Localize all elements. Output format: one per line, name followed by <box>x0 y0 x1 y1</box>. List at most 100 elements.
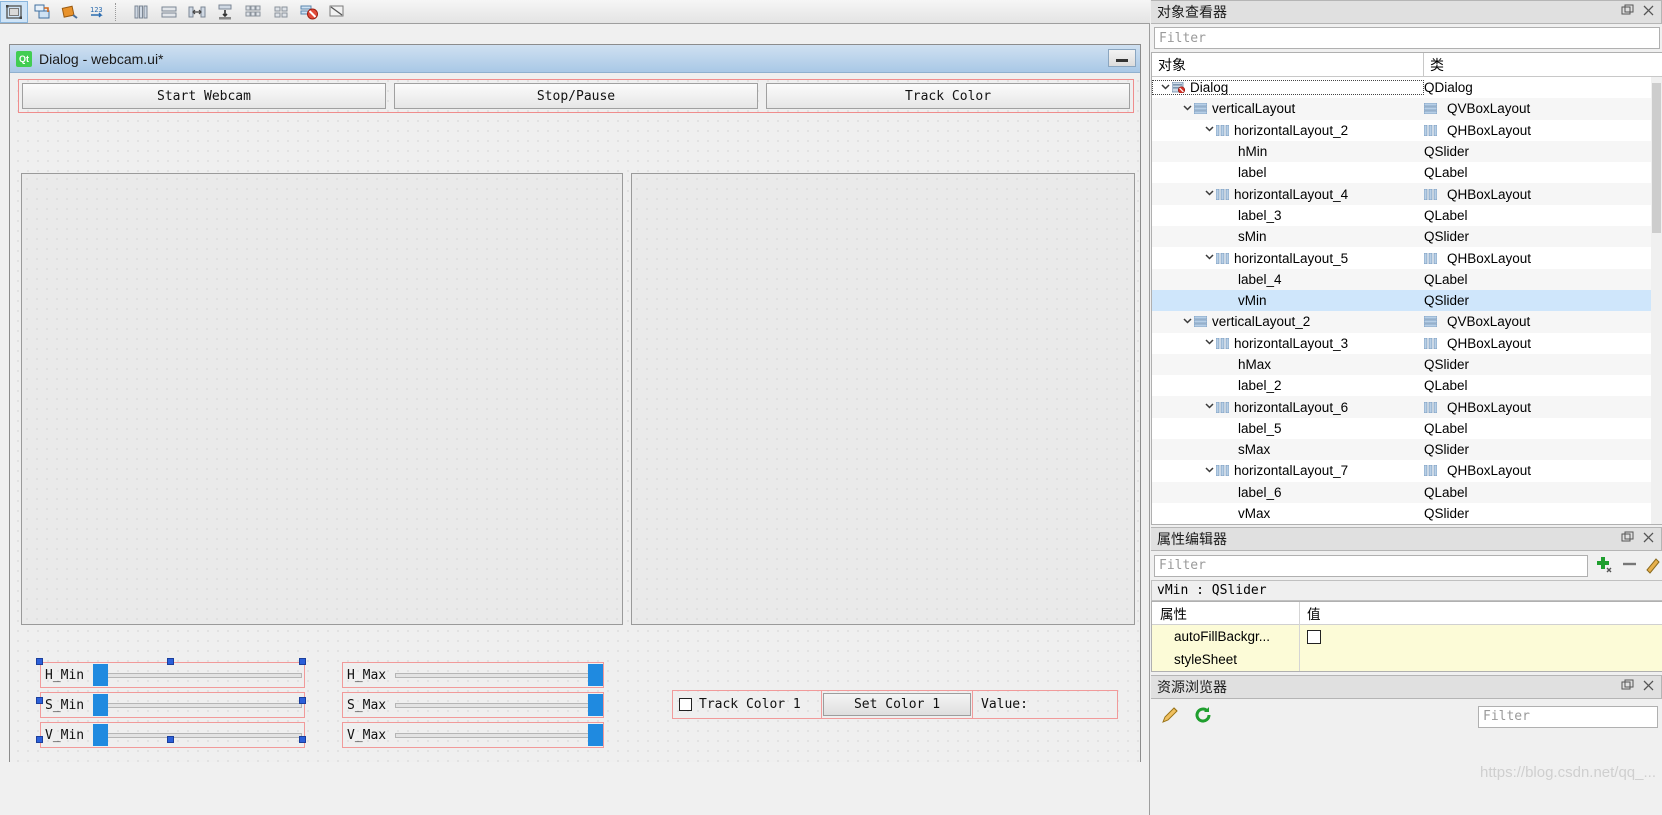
object-tree-row-horizontalLayout_2[interactable]: horizontalLayout_2 QHBoxLayout <box>1152 120 1662 141</box>
object-tree-row-hMin[interactable]: hMin QSlider <box>1152 140 1662 163</box>
column-header-object[interactable]: 对象 <box>1152 53 1424 76</box>
s-max-slider[interactable] <box>395 693 603 717</box>
property-checkbox[interactable] <box>1307 629 1321 644</box>
slider-handle[interactable] <box>93 664 108 686</box>
object-inspector-filter-input[interactable]: Filter <box>1154 27 1660 49</box>
object-tree-row-label_5[interactable]: label_5 QLabel <box>1152 418 1662 439</box>
close-icon-3[interactable] <box>1642 679 1655 695</box>
toolbar-edit-buddies-button[interactable] <box>56 1 84 23</box>
object-tree-row-horizontalLayout_3[interactable]: horizontalLayout_3 QHBoxLayout <box>1152 333 1662 354</box>
selection-handle-mid-right[interactable] <box>299 697 306 704</box>
design-canvas[interactable]: Qt Dialog - webcam.ui* Start Webcam Stop… <box>0 24 1150 815</box>
v-max-slider[interactable] <box>395 723 603 747</box>
remove-property-icon[interactable] <box>1618 554 1640 577</box>
slider-row-h-max[interactable]: H_Max <box>342 662 604 688</box>
toolbar-layout-vertically-button[interactable] <box>155 1 183 23</box>
s-min-slider[interactable] <box>93 693 304 717</box>
form-title-bar[interactable]: Qt Dialog - webcam.ui* <box>10 45 1140 73</box>
object-tree-row-horizontalLayout_6[interactable]: horizontalLayout_6 QHBoxLayout <box>1152 396 1662 418</box>
slider-handle[interactable] <box>93 694 108 716</box>
slider-row-v-max[interactable]: V_Max <box>342 722 604 748</box>
chevron-down-icon[interactable] <box>1202 465 1216 477</box>
selection-handle-top-center[interactable] <box>167 658 174 665</box>
track-color-button[interactable]: Track Color <box>766 83 1130 109</box>
slider-handle[interactable] <box>93 724 108 746</box>
chevron-down-icon[interactable] <box>1202 252 1216 264</box>
slider-handle[interactable] <box>588 694 603 716</box>
toolbar-edit-signals-slots-button[interactable] <box>28 1 56 23</box>
object-tree-row-horizontalLayout_4[interactable]: horizontalLayout_4 QHBoxLayout <box>1152 183 1662 205</box>
selection-handle-top-right[interactable] <box>299 658 306 665</box>
object-tree-row-label_2[interactable]: label_2 QLabel <box>1152 375 1662 396</box>
chevron-down-icon[interactable] <box>1202 401 1216 413</box>
form-body[interactable]: Start Webcam Stop/Pause Track Color H_Mi… <box>10 73 1140 762</box>
slider-row-h-min[interactable]: H_Min <box>40 662 305 688</box>
close-icon[interactable] <box>1642 4 1655 20</box>
toolbar-layout-in-grid-button[interactable] <box>239 1 267 23</box>
slider-handle[interactable] <box>588 724 603 746</box>
float-icon[interactable] <box>1621 4 1634 20</box>
object-tree-row-hMax[interactable]: hMax QSlider <box>1152 353 1662 376</box>
refresh-icon[interactable] <box>1193 705 1213 728</box>
toolbar-layout-splitter-horizontal-button[interactable] <box>183 1 211 23</box>
video-preview-frame-left[interactable] <box>21 173 623 625</box>
selection-handle-bottom-center[interactable] <box>167 736 174 743</box>
slider-row-s-max[interactable]: S_Max <box>342 692 604 718</box>
slider-handle[interactable] <box>588 664 603 686</box>
form-window[interactable]: Qt Dialog - webcam.ui* Start Webcam Stop… <box>9 44 1141 762</box>
object-tree-row-Dialog[interactable]: Dialog QDialog <box>1152 77 1662 98</box>
object-tree-row-label[interactable]: label QLabel <box>1152 162 1662 183</box>
v-min-slider[interactable] <box>93 723 304 747</box>
form-minimize-button[interactable] <box>1108 49 1136 67</box>
column-header-class[interactable]: 类 <box>1424 53 1444 76</box>
object-tree-row-sMax[interactable]: sMax QSlider <box>1152 439 1662 461</box>
h-max-slider[interactable] <box>395 663 603 687</box>
object-tree-row-horizontalLayout_5[interactable]: horizontalLayout_5 QHBoxLayout <box>1152 247 1662 268</box>
chevron-down-icon[interactable] <box>1158 82 1172 94</box>
configure-property-icon[interactable] <box>1644 554 1660 577</box>
slider-row-s-min[interactable]: S_Min <box>40 692 305 718</box>
float-icon-2[interactable] <box>1621 531 1634 547</box>
close-icon-2[interactable] <box>1642 531 1655 547</box>
property-value[interactable] <box>1300 625 1662 648</box>
set-color-cell[interactable]: Set Color 1 <box>822 691 972 718</box>
add-property-icon[interactable] <box>1592 554 1614 577</box>
object-tree[interactable]: 对象 类 Dialog QDialog verticalLayout QVBoxLay… <box>1151 52 1662 525</box>
selection-handle-mid-left[interactable] <box>36 697 43 704</box>
object-tree-row-verticalLayout[interactable]: verticalLayout QVBoxLayout <box>1152 98 1662 120</box>
chevron-down-icon[interactable] <box>1202 124 1216 136</box>
slider-row-v-min[interactable]: V_Min <box>40 722 305 748</box>
object-tree-row-label_6[interactable]: label_6 QLabel <box>1152 481 1662 503</box>
object-tree-row-label_3[interactable]: label_3 QLabel <box>1152 205 1662 226</box>
selection-handle-bottom-left[interactable] <box>36 736 43 743</box>
object-tree-row-verticalLayout_2[interactable]: verticalLayout_2 QVBoxLayout <box>1152 311 1662 333</box>
set-color-button[interactable]: Set Color 1 <box>823 693 971 716</box>
toolbar-break-layout-button[interactable] <box>295 1 323 23</box>
h-min-slider[interactable] <box>93 663 304 687</box>
selection-handle-top-left[interactable] <box>36 658 43 665</box>
object-tree-row-sMin[interactable]: sMin QSlider <box>1152 226 1662 248</box>
float-icon-3[interactable] <box>1621 679 1634 695</box>
track-color-checkbox-cell[interactable]: Track Color 1 <box>673 691 821 718</box>
object-tree-row-label_4[interactable]: label_4 QLabel <box>1152 268 1662 290</box>
pencil-icon[interactable] <box>1161 705 1181 728</box>
object-tree-row-vMax[interactable]: vMax QSlider <box>1152 503 1662 524</box>
object-tree-row-horizontalLayout_7[interactable]: horizontalLayout_7 QHBoxLayout <box>1152 460 1662 481</box>
chevron-down-icon[interactable] <box>1180 103 1194 115</box>
chevron-down-icon[interactable] <box>1202 188 1216 200</box>
property-table[interactable]: 属性 值 autoFillBackgr... styleSheet <box>1151 601 1662 672</box>
toolbar-layout-splitter-vertical-button[interactable] <box>211 1 239 23</box>
toolbar-edit-widgets-button[interactable] <box>0 0 28 23</box>
property-row-autofillbackgr-[interactable]: autoFillBackgr... <box>1152 625 1662 648</box>
toolbar-edit-tab-order-button[interactable]: 123 <box>84 1 112 23</box>
toolbar-adjust-size-button[interactable] <box>323 1 351 23</box>
selection-handle-bottom-right[interactable] <box>299 736 306 743</box>
property-column-header[interactable]: 属性 <box>1152 601 1300 625</box>
object-tree-row-vMin[interactable]: vMin QSlider <box>1152 289 1662 312</box>
start-webcam-button[interactable]: Start Webcam <box>22 83 386 109</box>
chevron-down-icon[interactable] <box>1202 337 1216 349</box>
stop-pause-button[interactable]: Stop/Pause <box>394 83 758 109</box>
value-column-header[interactable]: 值 <box>1300 602 1662 625</box>
property-value[interactable] <box>1300 648 1662 671</box>
object-tree-scrollbar[interactable] <box>1651 77 1662 524</box>
